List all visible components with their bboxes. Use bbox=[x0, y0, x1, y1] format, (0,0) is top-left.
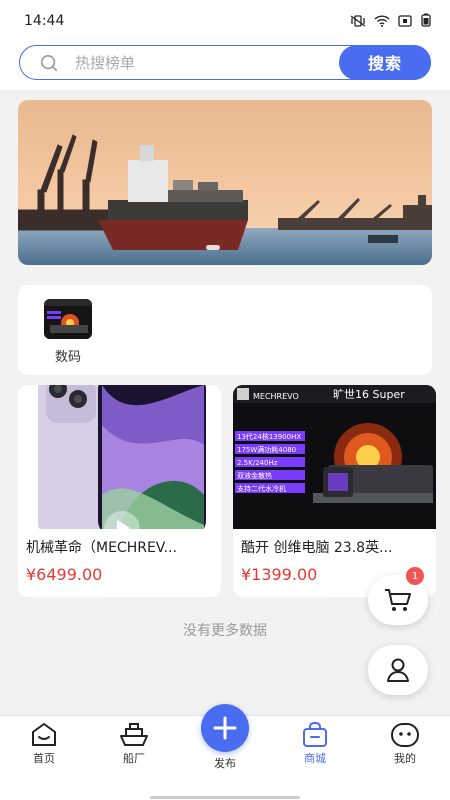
status-bar: 14:44 bbox=[0, 0, 450, 42]
home-icon bbox=[32, 723, 56, 746]
product-card[interactable]: 机械革命（MECHREV... ¥6499.00 bbox=[18, 385, 221, 597]
carousel-indicator bbox=[206, 245, 220, 250]
cart-button[interactable]: 1 bbox=[368, 567, 428, 625]
publish-button[interactable] bbox=[201, 704, 249, 752]
shopping-bag-icon bbox=[303, 722, 327, 747]
status-icons bbox=[350, 12, 432, 31]
banner-carousel[interactable] bbox=[18, 100, 432, 265]
spec-line: 双液金散热 bbox=[237, 471, 272, 480]
product-image: MECHREVO 旷世16 Super 13代24核13900HX 175W满功… bbox=[233, 385, 436, 529]
home-indicator bbox=[150, 796, 300, 799]
tab-label: 首页 bbox=[33, 752, 55, 765]
spec-line: 支持二代水冷机 bbox=[237, 484, 286, 493]
product-price: ¥1399.00 bbox=[241, 565, 318, 584]
battery-icon bbox=[420, 12, 432, 31]
search-bar: 热搜榜单 搜索 bbox=[0, 42, 450, 90]
plus-icon bbox=[213, 716, 237, 740]
tab-label: 我的 bbox=[394, 752, 416, 765]
user-icon bbox=[387, 658, 409, 682]
tab-mall[interactable]: 商城 bbox=[285, 722, 345, 766]
product-image bbox=[18, 385, 221, 529]
banner-brand: MECHREVO bbox=[253, 392, 299, 401]
product-price: ¥6499.00 bbox=[26, 565, 103, 584]
bottom-tab-bar: 首页 船厂 发布 商城 我的 bbox=[0, 704, 450, 800]
category-label: 数码 bbox=[54, 350, 81, 365]
category-item-digital[interactable]: 数码 bbox=[44, 299, 94, 365]
spec-line: 175W满功耗4080 bbox=[237, 445, 296, 454]
tab-shipyard[interactable]: 船厂 bbox=[104, 722, 164, 766]
product-card[interactable]: MECHREVO 旷世16 Super 13代24核13900HX 175W满功… bbox=[233, 385, 436, 597]
spec-line: 2.5K/240Hz bbox=[237, 459, 278, 467]
product-title: 机械革命（MECHREV... bbox=[26, 540, 177, 556]
ship-icon bbox=[120, 723, 148, 746]
tab-home[interactable]: 首页 bbox=[14, 722, 74, 766]
face-icon bbox=[391, 723, 419, 747]
search-input[interactable]: 热搜榜单 bbox=[75, 52, 135, 73]
cart-badge: 1 bbox=[406, 567, 424, 585]
tab-label: 船厂 bbox=[123, 752, 145, 765]
vibrate-icon bbox=[350, 12, 366, 31]
spec-line: 13代24核13900HX bbox=[237, 432, 301, 441]
sim-icon bbox=[398, 12, 412, 31]
category-thumbnail bbox=[44, 299, 92, 339]
banner-model: 旷世16 Super bbox=[333, 387, 405, 401]
publish-label: 发布 bbox=[214, 757, 236, 770]
profile-button[interactable] bbox=[368, 645, 428, 695]
tab-label: 商城 bbox=[304, 752, 326, 765]
tab-mine[interactable]: 我的 bbox=[375, 722, 435, 766]
search-icon bbox=[40, 54, 58, 72]
product-title: 酷开 创维电脑 23.8英... bbox=[241, 540, 393, 556]
search-field[interactable]: 热搜榜单 搜索 bbox=[19, 44, 431, 80]
cart-icon bbox=[385, 589, 411, 611]
wifi-icon bbox=[374, 12, 390, 31]
search-button[interactable]: 搜索 bbox=[339, 44, 431, 80]
status-time: 14:44 bbox=[24, 13, 65, 29]
category-panel: 数码 bbox=[18, 285, 432, 375]
banner-image bbox=[18, 100, 432, 265]
